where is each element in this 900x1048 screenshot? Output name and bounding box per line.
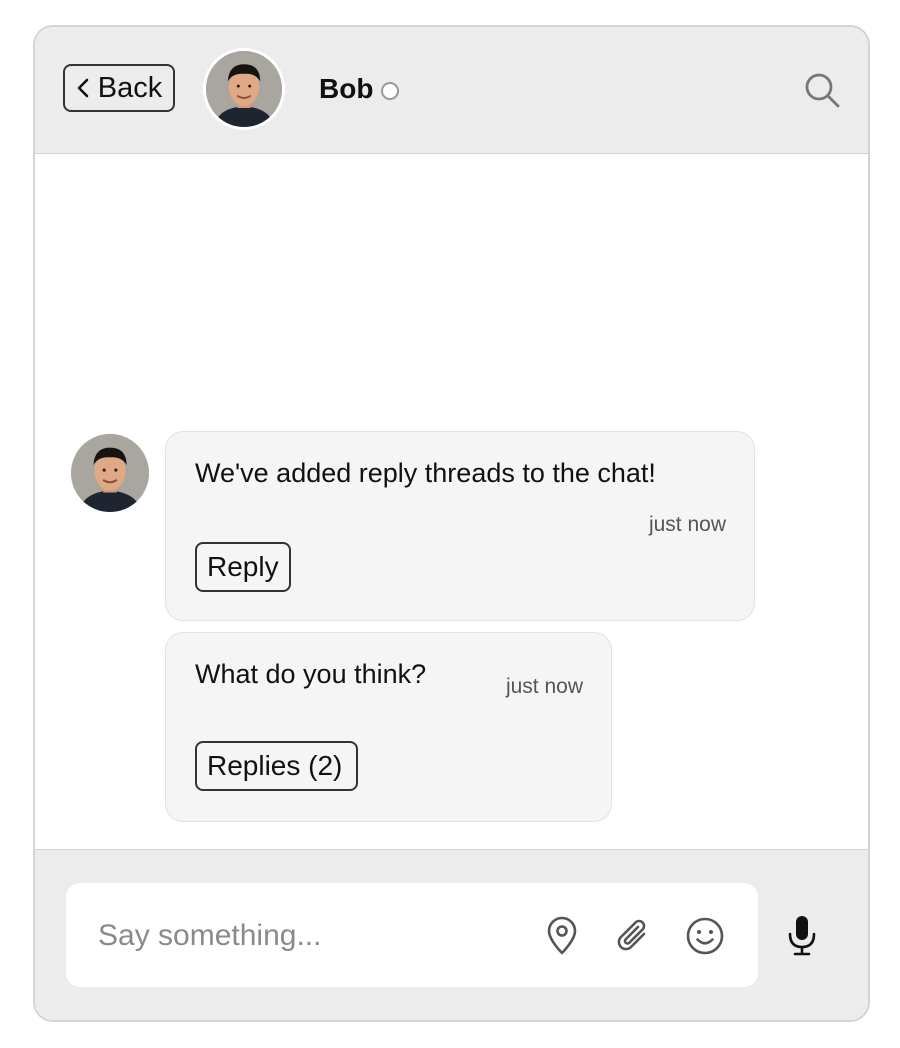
avatar-image (206, 51, 282, 127)
message-timestamp: just now (648, 513, 726, 536)
message-timestamp: just now (505, 675, 583, 698)
avatar-image (71, 434, 149, 512)
paperclip-icon[interactable] (614, 916, 654, 956)
chat-window: Back Bob We've added reply threads to th… (33, 25, 870, 1022)
message-input[interactable] (96, 910, 520, 962)
contact-avatar[interactable] (203, 48, 285, 130)
message-bubble[interactable]: We've added reply threads to the chat! j… (165, 431, 755, 621)
location-pin-icon[interactable] (542, 916, 582, 956)
message-composer (35, 849, 868, 1020)
message-bubble[interactable]: What do you think? just now Replies (2) (165, 632, 612, 822)
reply-button[interactable]: Reply (195, 542, 291, 592)
message-text: What do you think? (195, 659, 427, 689)
chevron-left-icon (77, 78, 89, 98)
message-text: We've added reply threads to the chat! (195, 458, 656, 488)
message-sender-avatar[interactable] (71, 434, 149, 512)
smiley-icon[interactable] (685, 916, 725, 956)
back-label: Back (97, 71, 163, 104)
contact-name[interactable]: Bob (319, 73, 373, 105)
replies-thread-button[interactable]: Replies (2) (195, 741, 358, 791)
chat-header: Back Bob (35, 27, 868, 154)
message-input-box (66, 883, 758, 987)
search-icon[interactable] (803, 71, 841, 109)
microphone-icon[interactable] (785, 914, 819, 956)
back-button[interactable]: Back (63, 64, 175, 112)
offline-status-indicator (381, 82, 399, 100)
